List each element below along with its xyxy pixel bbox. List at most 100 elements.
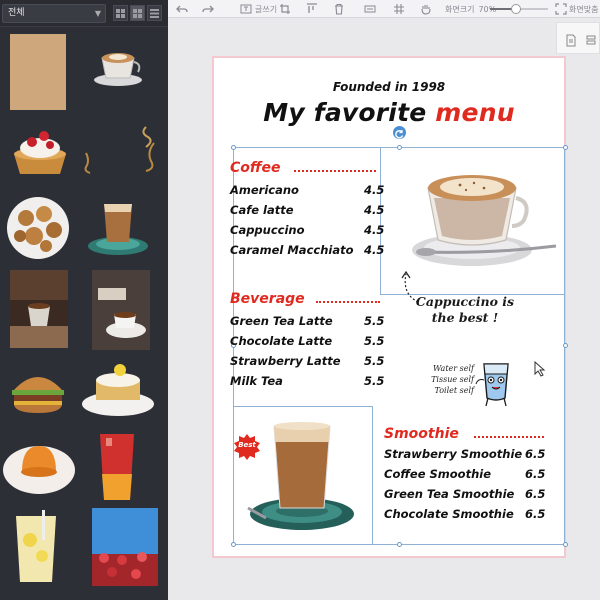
- grid-toggle-button[interactable]: [393, 2, 405, 16]
- smoothie-item[interactable]: Green Tea Smoothie: [384, 487, 514, 501]
- smoothie-price[interactable]: 6.5: [525, 467, 545, 481]
- resize-handle[interactable]: [563, 343, 568, 348]
- resize-handle[interactable]: [397, 542, 402, 547]
- text-tool-button[interactable]: 글쓰기: [240, 2, 277, 16]
- asset-thumb-pudding[interactable]: [2, 436, 76, 496]
- layer-icon: [364, 5, 376, 13]
- beverage-price[interactable]: 5.5: [364, 374, 384, 388]
- beverage-section-title[interactable]: Beverage: [230, 291, 305, 307]
- beverage-price[interactable]: 5.5: [364, 354, 384, 368]
- layer-button[interactable]: [364, 2, 376, 16]
- cappuccino-image[interactable]: [400, 154, 560, 276]
- beverage-divider: [316, 301, 380, 303]
- coffee-item[interactable]: Americano: [230, 183, 299, 197]
- chevron-down-icon: ▼: [94, 9, 101, 18]
- best-badge-label: Best: [238, 441, 256, 449]
- fit-screen-icon: [555, 3, 567, 15]
- pages-icon: [586, 35, 596, 45]
- coffee-price[interactable]: 4.5: [364, 223, 384, 237]
- asset-thumb-coffee-cake-photo[interactable]: [92, 270, 150, 350]
- note-line: Water self: [433, 364, 474, 373]
- asset-thumb-tart[interactable]: [8, 120, 72, 178]
- zoom-control: 화면크기 70%: [445, 2, 496, 16]
- smoothie-section-title[interactable]: Smoothie: [384, 426, 459, 442]
- asset-panel-header: 전체 ▼: [0, 0, 168, 27]
- best-badge[interactable]: Best: [234, 434, 260, 460]
- menu-title[interactable]: My favorite menu: [214, 98, 564, 127]
- rotate-icon: [395, 130, 404, 139]
- smoothie-price[interactable]: 6.5: [525, 487, 545, 501]
- coffee-section-title[interactable]: Coffee: [230, 160, 281, 176]
- redo-icon: [202, 5, 214, 13]
- beverage-item[interactable]: Milk Tea: [230, 374, 283, 388]
- beverage-item[interactable]: Chocolate Latte: [230, 334, 332, 348]
- redo-button[interactable]: [202, 2, 214, 16]
- view-list-button[interactable]: [147, 5, 162, 21]
- trash-icon: [335, 3, 343, 15]
- water-cup-illustration[interactable]: [470, 358, 520, 410]
- resize-handle[interactable]: [563, 145, 568, 150]
- asset-thumb-cappuccino[interactable]: [88, 40, 148, 90]
- title-main: My favorite: [263, 98, 436, 127]
- asset-thumb-lemonade[interactable]: [12, 510, 60, 584]
- smoothie-price[interactable]: 6.5: [525, 507, 545, 521]
- coffee-item[interactable]: Cappuccino: [230, 223, 305, 237]
- pages-button[interactable]: [585, 32, 597, 51]
- asset-thumb-burger[interactable]: [6, 366, 70, 416]
- coffee-item[interactable]: Cafe latte: [230, 203, 294, 217]
- view-small-grid-button[interactable]: [113, 5, 128, 21]
- grid-icon: [116, 8, 125, 18]
- undo-icon: [176, 5, 188, 13]
- asset-thumb-cookies[interactable]: [4, 196, 72, 260]
- crop-button[interactable]: [279, 2, 291, 16]
- cappuccino-callout[interactable]: Cappuccino is the best !: [410, 294, 520, 326]
- founded-text[interactable]: Founded in 1998: [214, 80, 564, 94]
- page-settings-button[interactable]: [565, 32, 577, 51]
- menu-page[interactable]: Founded in 1998 My favorite menu Coffee …: [212, 56, 568, 558]
- hash-grid-icon: [394, 4, 404, 14]
- resize-handle[interactable]: [231, 145, 236, 150]
- asset-thumb-paper[interactable]: [10, 34, 66, 110]
- smoothie-item[interactable]: Strawberry Smoothie: [384, 447, 522, 461]
- asset-thumb-latte-glass[interactable]: [84, 198, 154, 258]
- callout-line: the best !: [431, 310, 499, 325]
- undo-button[interactable]: [176, 2, 188, 16]
- fit-screen-button[interactable]: 화면맞춤: [555, 2, 598, 16]
- beverage-price[interactable]: 5.5: [364, 314, 384, 328]
- callout-line: Cappuccino is: [415, 294, 515, 309]
- latte-image[interactable]: [244, 418, 356, 536]
- asset-thumb-ribbons[interactable]: [80, 125, 160, 175]
- resize-handle[interactable]: [231, 542, 236, 547]
- self-service-notes[interactable]: Water self Tissue self Toilet self: [424, 363, 474, 396]
- text-tool-label: 글쓰기: [255, 4, 278, 14]
- zoom-label: 화면크기: [445, 4, 475, 14]
- text-box-icon: [240, 4, 252, 14]
- hand-icon: [421, 5, 431, 15]
- resize-handle[interactable]: [563, 542, 568, 547]
- rotate-handle[interactable]: [393, 126, 406, 139]
- asset-thumb-flowers-photo[interactable]: [92, 508, 158, 586]
- align-button[interactable]: [306, 2, 318, 16]
- coffee-item[interactable]: Caramel Macchiato: [230, 243, 354, 257]
- beverage-price[interactable]: 5.5: [364, 334, 384, 348]
- delete-button[interactable]: [333, 2, 345, 16]
- resize-handle[interactable]: [397, 145, 402, 150]
- smoothie-item[interactable]: Coffee Smoothie: [384, 467, 491, 481]
- smoothie-divider: [474, 436, 544, 438]
- smoothie-item[interactable]: Chocolate Smoothie: [384, 507, 514, 521]
- asset-thumb-lemon-cake[interactable]: [80, 360, 156, 418]
- beverage-item[interactable]: Green Tea Latte: [230, 314, 333, 328]
- hand-tool-button[interactable]: [420, 2, 432, 16]
- view-large-grid-button[interactable]: [130, 5, 145, 21]
- coffee-price[interactable]: 4.5: [364, 183, 384, 197]
- coffee-price[interactable]: 4.5: [364, 203, 384, 217]
- coffee-price[interactable]: 4.5: [364, 243, 384, 257]
- beverage-item[interactable]: Strawberry Latte: [230, 354, 341, 368]
- smoothie-price[interactable]: 6.5: [525, 447, 545, 461]
- asset-thumb-espresso-photo[interactable]: [10, 270, 68, 348]
- asset-thumb-red-drink[interactable]: [96, 430, 138, 504]
- category-select[interactable]: 전체 ▼: [2, 4, 106, 23]
- zoom-slider[interactable]: [490, 4, 548, 14]
- category-select-label: 전체: [8, 8, 25, 18]
- title-accent: menu: [435, 98, 515, 127]
